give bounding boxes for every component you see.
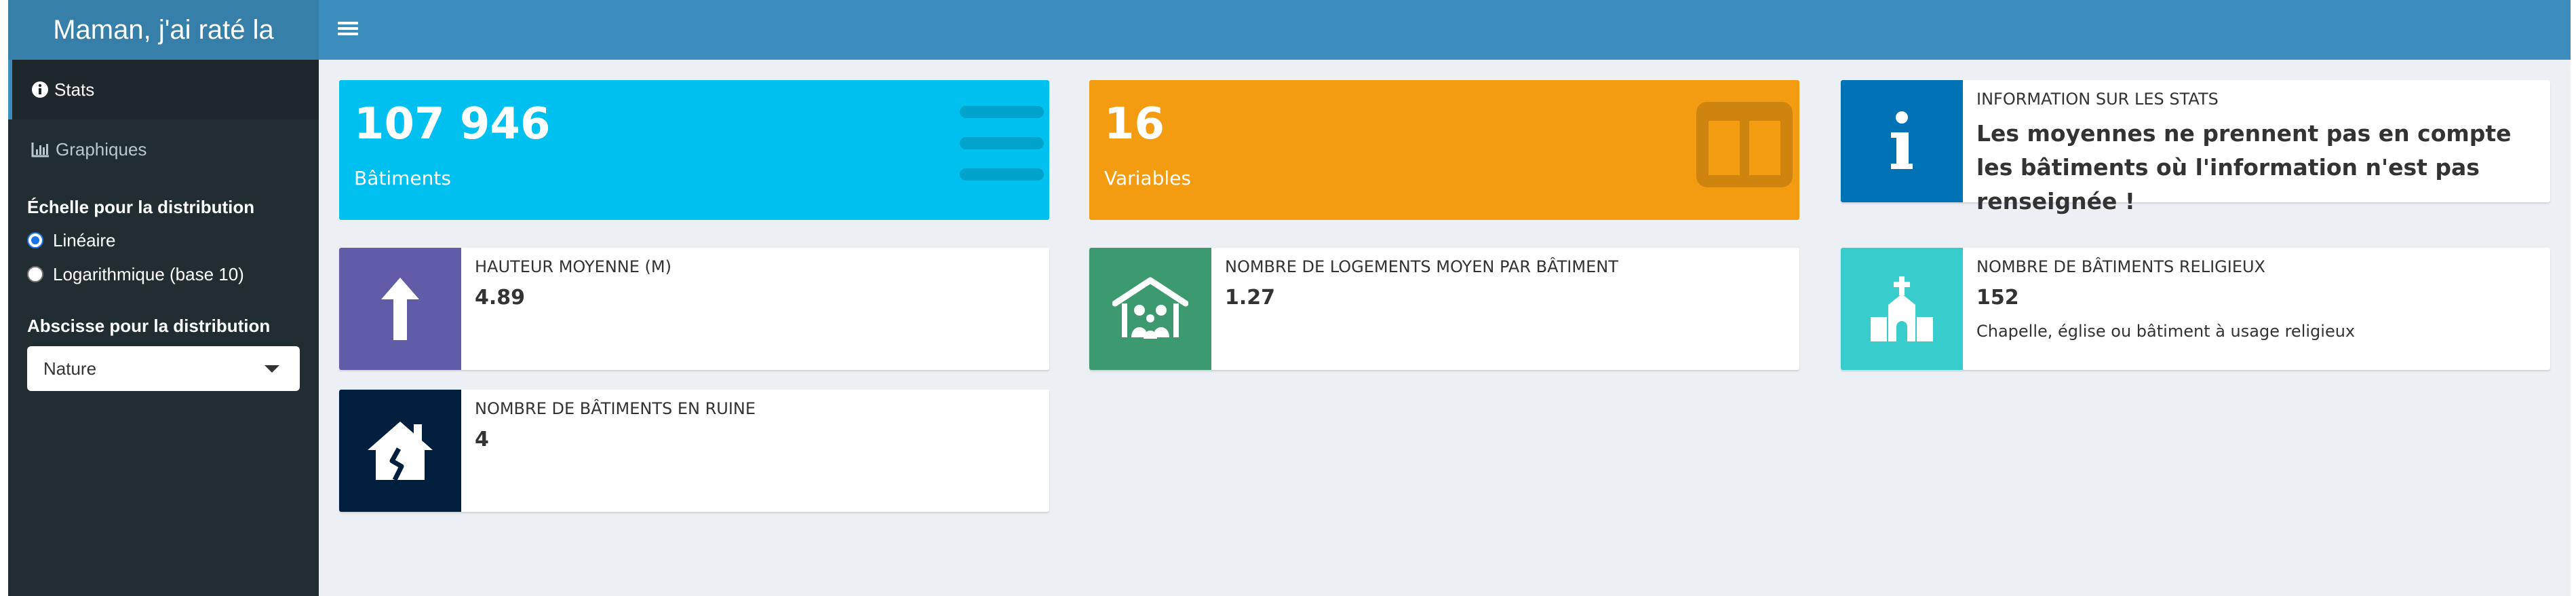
buildings-label: Bâtiments: [354, 167, 451, 189]
bar-chart-icon: [31, 141, 50, 157]
info-box-average-height: HAUTEUR MOYENNE (M) 4.89: [339, 248, 1049, 370]
sidebar-item-label: Graphiques: [56, 138, 147, 160]
variables-label: Variables: [1104, 167, 1191, 189]
variables-count: 16: [1104, 99, 1165, 149]
chevron-down-icon: [265, 365, 279, 373]
sidebar: Stats Graphiques Échelle pour la distrib…: [8, 60, 319, 596]
religious-value: 152: [1976, 286, 2019, 310]
info-icon: [1841, 80, 1963, 202]
value-box-variables: 16 Variables: [1089, 80, 1799, 220]
radio-unchecked[interactable]: [27, 266, 43, 282]
abscissa-label: Abscisse pour la distribution: [27, 316, 271, 336]
info-title: INFORMATION SUR LES STATS: [1976, 90, 2219, 109]
top-navbar: [319, 0, 2571, 60]
sidebar-toggle-icon[interactable]: [338, 19, 358, 39]
value-box-buildings: 107 946 Bâtiments: [339, 80, 1049, 220]
sidebar-item-label: Stats: [54, 79, 95, 100]
list-icon: [960, 106, 1044, 184]
ruins-title: NOMBRE DE BÂTIMENTS EN RUINE: [475, 399, 756, 418]
buildings-count: 107 946: [354, 99, 551, 149]
scale-option-lineaire[interactable]: Linéaire: [8, 223, 319, 257]
columns-icon: [1696, 102, 1793, 191]
radio-label: Logarithmique (base 10): [53, 263, 244, 284]
left-edge-strip: [0, 0, 8, 596]
religious-subtitle: Chapelle, église ou bâtiment à usage rel…: [1976, 322, 2356, 341]
housing-value: 1.27: [1225, 286, 1276, 310]
religious-title: NOMBRE DE BÂTIMENTS RELIGIEUX: [1976, 257, 2265, 276]
info-box-housing: NOMBRE DE LOGEMENTS MOYEN PAR BÂTIMENT 1…: [1089, 248, 1799, 370]
scale-option-log[interactable]: Logarithmique (base 10): [8, 257, 319, 291]
church-icon: [1841, 248, 1963, 370]
house-crack-icon: [339, 390, 461, 512]
radio-checked[interactable]: [27, 232, 43, 248]
app-logo-title[interactable]: Maman, j'ai raté la: [8, 0, 319, 60]
info-text: Les moyennes ne prennent pas en compte l…: [1976, 120, 2512, 215]
abscissa-selected-value: Nature: [43, 358, 97, 379]
abscissa-select[interactable]: Nature: [27, 346, 300, 391]
sidebar-item-graphiques[interactable]: Graphiques: [8, 119, 319, 179]
housing-title: NOMBRE DE LOGEMENTS MOYEN PAR BÂTIMENT: [1225, 257, 1618, 276]
arrow-up-icon: [339, 248, 461, 370]
info-box-ruins: NOMBRE DE BÂTIMENTS EN RUINE 4: [339, 390, 1049, 512]
info-circle-icon: [31, 81, 49, 98]
family-house-icon: [1089, 248, 1211, 370]
ruins-value: 4: [475, 428, 489, 451]
height-value: 4.89: [475, 286, 526, 310]
scale-label: Échelle pour la distribution: [27, 197, 255, 217]
radio-label: Linéaire: [53, 229, 116, 250]
right-edge-strip: [2571, 0, 2576, 596]
sidebar-item-stats[interactable]: Stats: [8, 60, 319, 119]
info-box-stats-information: INFORMATION SUR LES STATS Les moyennes n…: [1841, 80, 2550, 215]
height-title: HAUTEUR MOYENNE (M): [475, 257, 671, 276]
info-box-religious: NOMBRE DE BÂTIMENTS RELIGIEUX 152 Chapel…: [1841, 248, 2550, 370]
